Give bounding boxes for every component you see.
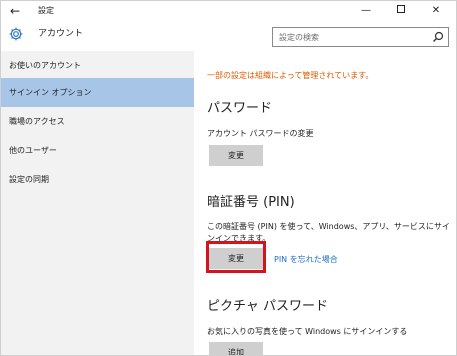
picture-password-description: お気に入りの写真を使って Windows にサインインする [207,327,408,336]
close-button[interactable]: ✕ [421,1,451,21]
search-box[interactable] [272,27,449,47]
picture-password-heading: ピクチャ パスワード [207,299,329,314]
highlight-box [206,241,266,273]
gear-icon [9,27,23,41]
search-icon[interactable] [432,31,444,43]
pin-forgot-link[interactable]: PIN を忘れた場合 [274,254,338,265]
search-input[interactable] [273,28,423,46]
sidebar-item-sign-in-options[interactable]: サインイン オプション [1,78,194,107]
back-arrow-icon[interactable]: ← [7,2,23,20]
pin-heading: 暗証番号 (PIN) [207,195,295,210]
managed-notice: 一部の設定は組織によって管理されています。 [207,71,374,80]
title-bar: ← 設定 — ✕ [1,1,456,21]
settings-window: ← 設定 — ✕ アカウント お使いの [0,0,457,356]
minimize-button[interactable]: — [351,1,381,21]
sidebar: お使いのアカウント サインイン オプション 職場のアクセス 他のユーザー 設定の… [1,51,194,355]
password-change-button[interactable]: 変更 [209,145,263,166]
maximize-button[interactable] [386,1,416,21]
sidebar-item-work-access[interactable]: 職場のアクセス [1,107,194,136]
main-content: 一部の設定は組織によって管理されています。 パスワード アカウント パスワードの… [194,51,456,355]
maximize-icon [397,5,405,13]
password-description: アカウント パスワードの変更 [207,129,314,138]
page-header: アカウント [1,21,456,51]
password-heading: パスワード [207,101,273,116]
sidebar-item-your-account[interactable]: お使いのアカウント [1,51,194,80]
window-title: 設定 [38,6,54,15]
picture-password-add-button[interactable]: 追加 [209,342,263,355]
close-icon: ✕ [431,5,441,16]
minimize-icon: — [361,5,371,16]
sidebar-item-other-users[interactable]: 他のユーザー [1,136,194,165]
page-title: アカウント [38,29,84,39]
sidebar-item-sync-settings[interactable]: 設定の同期 [1,165,194,194]
